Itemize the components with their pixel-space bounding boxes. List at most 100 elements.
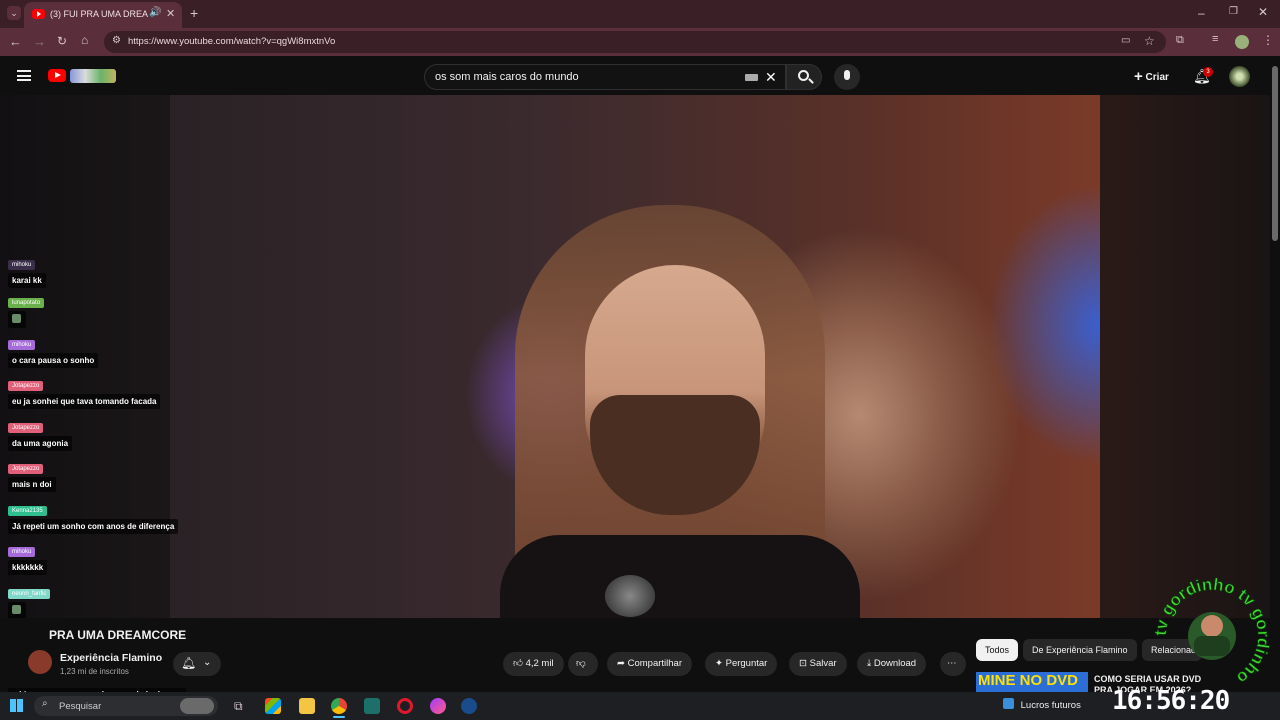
watermark-logo: tv gordinho tv gordinho <box>1151 574 1274 688</box>
chat-message: lunapotato <box>8 291 45 328</box>
chat-message: mihoku karai kk <box>8 253 46 288</box>
chat-text: mais n doi <box>8 477 56 492</box>
taskbar-search-box[interactable]: ⌕ Pesquisar <box>34 696 218 716</box>
notifications-badge: 3 <box>1203 67 1213 77</box>
restore-icon[interactable]: ❐ <box>1229 6 1238 17</box>
video-title: PRA UMA DREAMCORE <box>49 628 187 642</box>
chat-username: Jotapezzo <box>8 423 44 433</box>
windows-start-icon[interactable] <box>10 699 23 712</box>
chat-username: mihoku <box>8 547 36 557</box>
task-view-icon[interactable]: ⧉ <box>234 699 243 714</box>
more-actions-button[interactable]: ⋯ <box>940 652 966 676</box>
media-app-icon[interactable] <box>364 698 380 714</box>
hamburger-menu-icon[interactable] <box>17 70 31 81</box>
chip-from-channel[interactable]: De Experiência Flamino <box>1023 639 1137 661</box>
dislike-button[interactable]: 👎︎ <box>568 652 598 676</box>
extensions-icon[interactable]: ⧉ <box>1176 34 1184 47</box>
opera-icon[interactable] <box>397 698 413 714</box>
chat-text: o cara pausa o sonho <box>8 353 99 368</box>
chat-username: Kenna2135 <box>8 506 47 516</box>
share-button[interactable]: ➦ Compartilhar <box>607 652 692 676</box>
back-icon[interactable]: ← <box>9 34 22 49</box>
voice-search-button[interactable] <box>834 64 860 90</box>
chat-text: eu ja sonhei que tava tomando facada <box>8 394 161 409</box>
like-count: 4,2 mil <box>525 658 554 669</box>
reload-icon[interactable]: ↻ <box>57 34 67 48</box>
search-input[interactable]: os som mais caros do mundo ✕ <box>424 64 786 90</box>
steam-icon[interactable] <box>461 698 477 714</box>
close-window-icon[interactable]: ✕ <box>1258 5 1268 19</box>
recommendation-thumbnail[interactable]: MINE NO DVD <box>976 672 1088 692</box>
new-tab-icon[interactable]: + <box>190 5 198 21</box>
lapel-microphone <box>605 575 655 617</box>
doodle-icon[interactable] <box>70 69 116 83</box>
chrome-active-indicator <box>333 716 345 718</box>
keyboard-icon[interactable] <box>745 74 758 81</box>
browser-toolbar: ← → ↻ ⌂ ⚙ https://www.youtube.com/watch?… <box>0 28 1280 56</box>
ask-label: Perguntar <box>725 658 768 669</box>
subscriber-count: 1,23 mi de inscritos <box>60 667 129 676</box>
minimize-icon[interactable]: – <box>1198 6 1205 20</box>
address-url: https://www.youtube.com/watch?v=qgWi8mxt… <box>128 36 336 47</box>
bookmark-icon: ⊡ <box>799 658 807 669</box>
chat-username: neonn_fanfic <box>8 589 51 599</box>
create-label: Criar <box>1145 72 1169 83</box>
more-icon: ⋯ <box>947 658 957 669</box>
chevron-down-icon: ⌄ <box>203 657 212 668</box>
windows-taskbar: ⌕ Pesquisar <box>0 692 1280 720</box>
site-info-icon[interactable]: ⚙ <box>112 35 121 46</box>
chat-text: kkkkkkk <box>8 560 48 575</box>
address-bar[interactable]: ⚙ https://www.youtube.com/watch?v=qgWi8m… <box>104 31 1166 53</box>
browser-tab-active[interactable]: (3) FUI PRA UMA DREAMC 🔊 ✕ <box>24 2 182 28</box>
chip-all[interactable]: Todos <box>976 639 1019 661</box>
save-label: Salvar <box>809 658 837 669</box>
store-icon[interactable] <box>265 698 281 714</box>
clear-search-icon[interactable]: ✕ <box>765 69 777 86</box>
audio-playing-icon[interactable]: 🔊 <box>149 7 161 18</box>
bell-icon: 🔔︎ <box>181 656 197 670</box>
tab-title: (3) FUI PRA UMA DREAMC <box>50 9 148 19</box>
plus-icon: + <box>1134 68 1143 85</box>
ask-button[interactable]: ✦ Perguntar <box>705 652 778 676</box>
channel-avatar[interactable] <box>28 650 52 674</box>
close-tab-icon[interactable]: ✕ <box>166 7 175 20</box>
forward-icon[interactable]: → <box>33 34 46 49</box>
create-button[interactable]: + Criar <box>1128 65 1175 89</box>
chat-emote-icon <box>12 314 21 323</box>
channel-name[interactable]: Experiência Flamino <box>60 652 162 664</box>
account-avatar[interactable] <box>1229 66 1250 87</box>
browser-menu-icon[interactable]: ⋮ <box>1262 33 1274 47</box>
sparkle-icon: ✦ <box>715 658 723 669</box>
cast-icon[interactable]: ▭ <box>1121 35 1130 46</box>
chat-message: Jotapezzo eu ja sonhei que tava tomando f… <box>8 374 161 409</box>
chat-text <box>8 311 26 328</box>
tab-search-icon[interactable]: ⌄ <box>7 6 21 20</box>
home-icon[interactable]: ⌂ <box>81 33 88 47</box>
subscription-bell-button[interactable]: 🔔︎ ⌄ <box>173 652 221 676</box>
ambient-glow-right <box>1100 95 1270 618</box>
scrollbar-thumb[interactable] <box>1272 66 1278 241</box>
chat-emote-icon <box>12 605 21 614</box>
chat-username: mihoku <box>8 340 36 350</box>
save-button[interactable]: ⊡ Salvar <box>789 652 847 676</box>
download-button[interactable]: ⤓ Download <box>857 652 927 676</box>
youtube-logo-icon[interactable] <box>48 69 66 82</box>
like-button[interactable]: 👍︎ 4,2 mil <box>503 652 564 676</box>
chat-message: neonn_fanfic <box>8 582 51 619</box>
profile-avatar[interactable] <box>1235 35 1249 49</box>
file-explorer-icon[interactable] <box>299 698 315 714</box>
thumbs-down-icon: 👎︎ <box>576 658 586 669</box>
stocks-icon <box>1003 698 1014 709</box>
stocks-widget[interactable]: Lucros futuros <box>1003 697 1081 715</box>
youtube-favicon-icon <box>32 9 45 19</box>
messenger-icon[interactable] <box>430 698 446 714</box>
chat-username: Jotapezzo <box>8 464 44 474</box>
search-button[interactable] <box>786 64 822 90</box>
video-player[interactable] <box>170 95 1100 618</box>
microphone-icon <box>844 70 850 80</box>
chrome-icon[interactable] <box>331 698 347 714</box>
chat-username: mihoku <box>8 260 36 270</box>
bookmark-star-icon[interactable]: ☆ <box>1144 34 1155 48</box>
media-controls-icon[interactable]: ≡ <box>1212 33 1218 45</box>
chat-message: Jotapezzo mais n doi <box>8 457 56 492</box>
